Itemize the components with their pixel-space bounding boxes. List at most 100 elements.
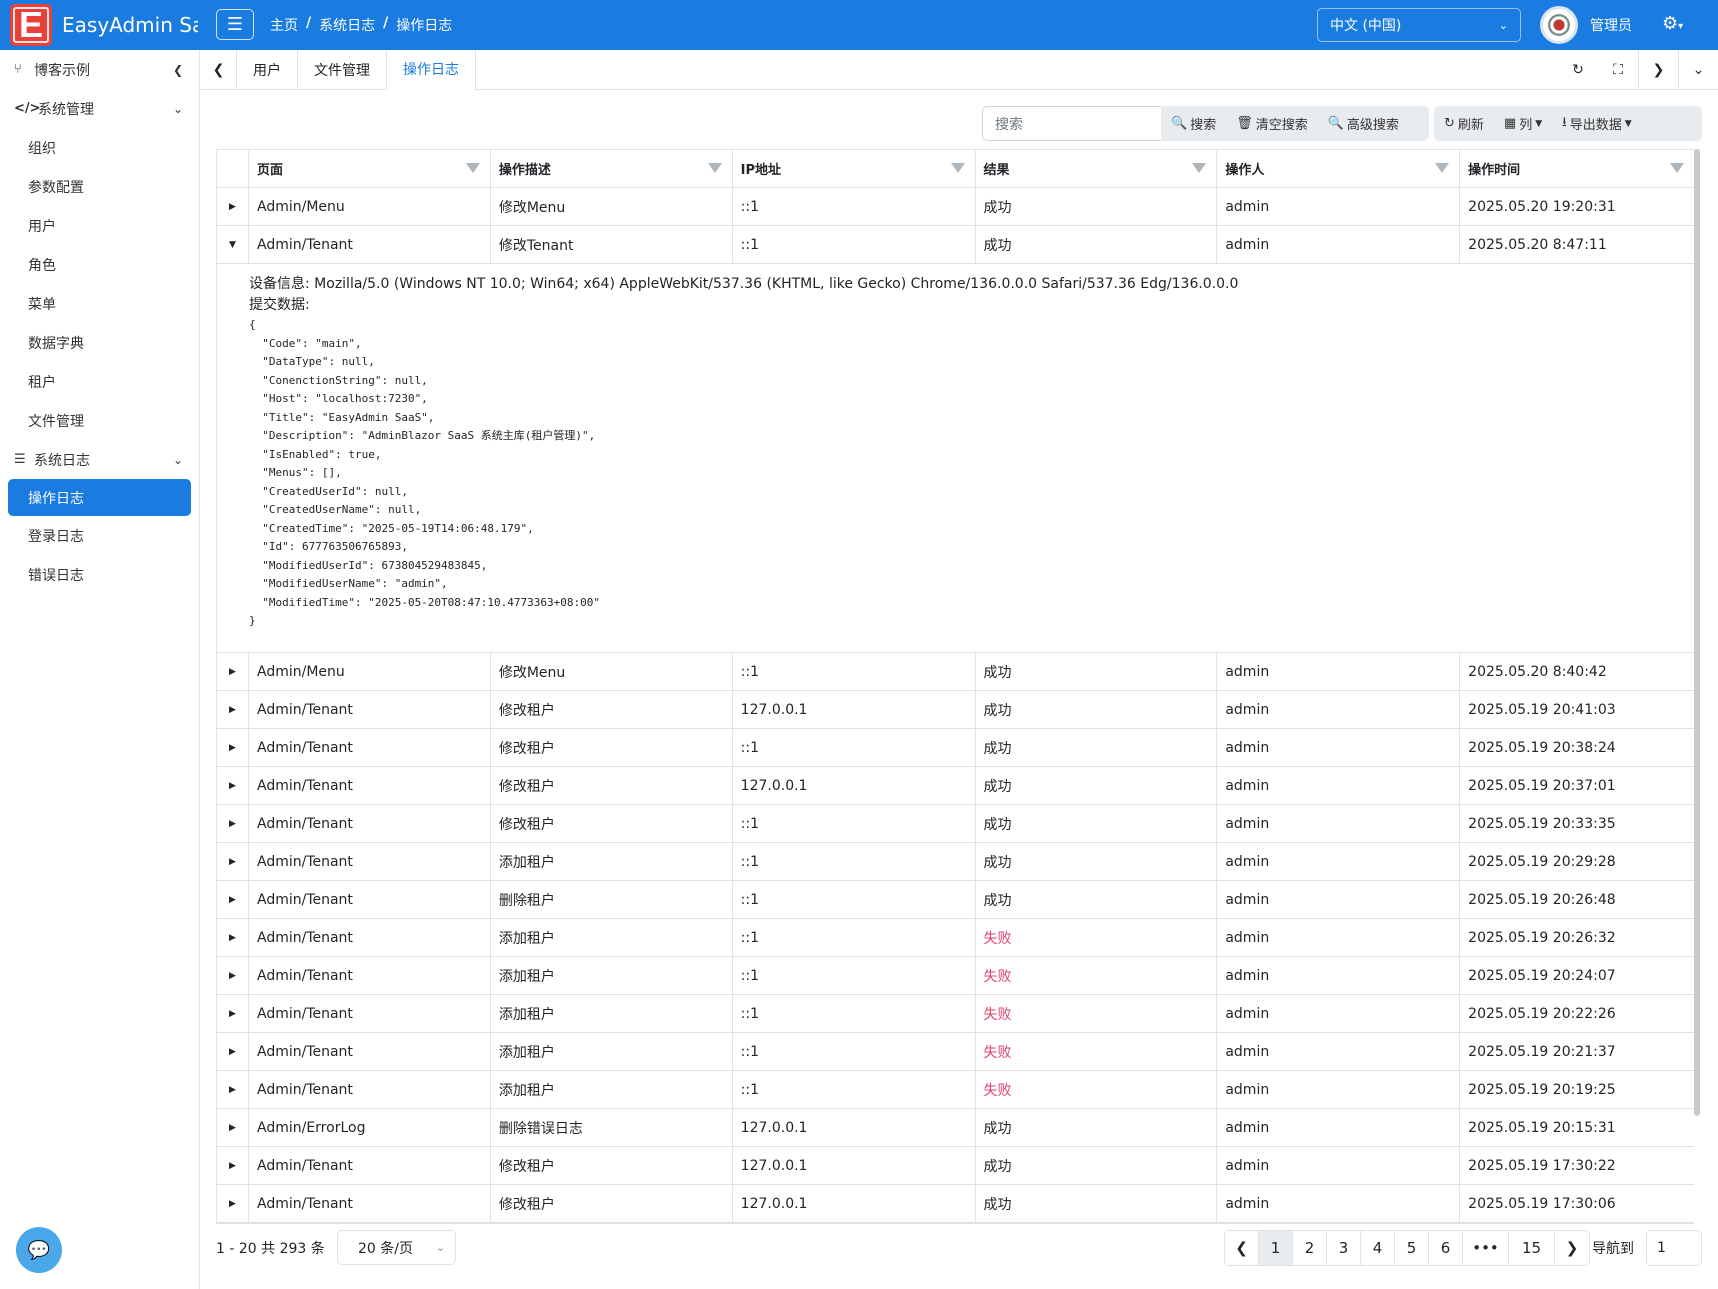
filter-icon[interactable] — [1435, 163, 1450, 173]
header-desc[interactable]: 操作描述 — [491, 150, 733, 187]
logo[interactable]: E EasyAdmin Saa — [0, 0, 200, 50]
filter-icon[interactable] — [707, 163, 722, 173]
chat-button[interactable]: 💬 — [16, 1227, 62, 1273]
sidebar-item-files[interactable]: 文件管理 — [0, 401, 199, 440]
sidebar-item-system-manage[interactable]: </> 系统管理 ⌄ — [0, 89, 199, 128]
header-ip[interactable]: IP地址 — [733, 150, 976, 187]
advanced-search-button[interactable]: 🔍 高级搜索 — [1318, 114, 1409, 133]
filter-icon[interactable] — [1192, 163, 1207, 173]
filter-icon[interactable] — [1670, 163, 1685, 173]
page-button[interactable]: 4 — [1361, 1231, 1395, 1265]
page-button[interactable]: 3 — [1327, 1231, 1361, 1265]
caret-down-icon[interactable]: ▼ — [217, 226, 249, 263]
page-button[interactable]: 5 — [1395, 1231, 1429, 1265]
user-name[interactable]: 管理员 — [1590, 15, 1632, 35]
filter-icon[interactable] — [950, 163, 965, 173]
cell-time: 2025.05.19 20:22:26 — [1468, 1005, 1616, 1022]
table-row[interactable]: ▶ Admin/Tenant 添加租户::1 失败 admin 2025.05.19 20… — [217, 957, 1694, 995]
page-button[interactable]: 15 — [1509, 1231, 1555, 1265]
tab-scroll-left-button[interactable]: ❮ — [201, 49, 237, 90]
caret-right-icon[interactable]: ▶ — [217, 843, 249, 880]
clear-search-button[interactable]: 🗑 清空搜索 — [1226, 114, 1318, 133]
sidebar-item-org[interactable]: 组织 — [0, 128, 199, 167]
table-row[interactable]: ▼ Admin/Tenant 修改Tenant::1 成功 admin 2025.05.2… — [217, 226, 1694, 264]
table-row[interactable]: ▶ Admin/ErrorLog 删除错误日志 127.0.0.1 成功 admin 202… — [217, 1109, 1694, 1147]
menu-toggle-button[interactable]: ☰ — [216, 9, 254, 40]
filter-icon[interactable] — [465, 163, 480, 173]
next-page-button[interactable]: ❯ — [1555, 1231, 1589, 1265]
caret-right-icon[interactable]: ▶ — [217, 1147, 249, 1184]
language-select[interactable]: 中文 (中国) ⌄ — [1317, 8, 1521, 42]
caret-right-icon[interactable]: ▶ — [217, 919, 249, 956]
export-button[interactable]: ⭳ 导出数据 ▼ — [1552, 113, 1642, 135]
chevron-down-icon[interactable]: ⌄ — [1678, 50, 1718, 90]
caret-right-icon[interactable]: ▶ — [217, 1033, 249, 1070]
table-row[interactable]: ▶ Admin/Tenant 添加租户::1 失败 admin 2025.05.19 20… — [217, 919, 1694, 957]
refresh-button[interactable]: ↻ 刷新 — [1434, 114, 1494, 133]
more-pages-button[interactable]: ••• — [1463, 1231, 1509, 1265]
caret-right-icon[interactable]: ▶ — [217, 691, 249, 728]
breadcrumb-system-log[interactable]: 系统日志 — [319, 15, 375, 35]
caret-right-icon[interactable]: ▶ — [217, 1071, 249, 1108]
prev-page-button[interactable]: ❮ — [1225, 1231, 1259, 1265]
sidebar-item-login-log[interactable]: 登录日志 — [0, 516, 199, 555]
columns-button[interactable]: ▦ 列 ▼ — [1494, 114, 1552, 133]
header-user[interactable]: 操作人 — [1217, 150, 1461, 187]
sidebar-item-blog[interactable]: ⑂ 博客示例 ❮ — [0, 50, 199, 89]
search-input[interactable]: 搜索 — [982, 106, 1162, 141]
table-row[interactable]: ▶ Admin/Tenant 删除租户::1 成功 admin 2025.05.19 20… — [217, 881, 1694, 919]
table-row[interactable]: ▶ Admin/Tenant 添加租户::1 失败 admin 2025.05.19 20… — [217, 1071, 1694, 1109]
table-row[interactable]: ▶ Admin/Tenant 添加租户::1 成功 admin 2025.05.19 20… — [217, 843, 1694, 881]
search-button[interactable]: 🔍 搜索 — [1161, 114, 1226, 133]
caret-right-icon[interactable]: ▶ — [217, 767, 249, 804]
caret-right-icon[interactable]: ▶ — [217, 653, 249, 690]
header-time[interactable]: 操作时间 — [1460, 150, 1694, 187]
sidebar-item-dict[interactable]: 数据字典 — [0, 323, 199, 362]
sidebar-item-users[interactable]: 用户 — [0, 206, 199, 245]
tab-users[interactable]: 用户 — [237, 49, 298, 90]
sidebar-item-tenants[interactable]: 租户 — [0, 362, 199, 401]
page-button[interactable]: 6 — [1429, 1231, 1463, 1265]
caret-right-icon[interactable]: ▶ — [217, 729, 249, 766]
table-row[interactable]: ▶ Admin/Menu 修改Menu::1 成功 admin 2025.05.20 19… — [217, 188, 1694, 226]
cell-desc: 添加租户 — [491, 843, 733, 880]
table-row[interactable]: ▶ Admin/Tenant 修改租户 127.0.0.1 成功 admin 2025.05… — [217, 1147, 1694, 1185]
header-result[interactable]: 结果 — [976, 150, 1218, 187]
fullscreen-icon[interactable]: ⛶ — [1598, 50, 1638, 90]
table-row[interactable]: ▶ Admin/Tenant 修改租户 127.0.0.1 成功 admin 2025.05… — [217, 691, 1694, 729]
gear-icon[interactable]: ⚙▾ — [1662, 13, 1683, 34]
table-scrollbar[interactable] — [1694, 149, 1700, 1116]
table-row[interactable]: ▶ Admin/Tenant 修改租户::1 成功 admin 2025.05.19 20… — [217, 729, 1694, 767]
page-size-select[interactable]: 20 条/页 ⌄ — [337, 1230, 456, 1265]
caret-right-icon[interactable]: ▶ — [217, 188, 249, 225]
caret-right-icon[interactable]: ▶ — [217, 805, 249, 842]
goto-page-input[interactable]: 1 — [1646, 1230, 1702, 1266]
tab-operation-log[interactable]: 操作日志 — [387, 49, 476, 90]
page-button[interactable]: 1 — [1259, 1231, 1293, 1265]
avatar[interactable] — [1540, 6, 1578, 44]
tab-files[interactable]: 文件管理 — [298, 49, 387, 90]
sidebar-item-roles[interactable]: 角色 — [0, 245, 199, 284]
caret-right-icon[interactable]: ▶ — [217, 1109, 249, 1146]
sidebar-item-params[interactable]: 参数配置 — [0, 167, 199, 206]
sidebar-item-operation-log[interactable]: 操作日志 — [8, 479, 191, 516]
sidebar-item-error-log[interactable]: 错误日志 — [0, 555, 199, 594]
table-row[interactable]: ▶ Admin/Tenant 添加租户::1 失败 admin 2025.05.19 20… — [217, 995, 1694, 1033]
cell-desc: 修改Tenant — [491, 226, 733, 263]
table-row[interactable]: ▶ Admin/Menu 修改Menu::1 成功 admin 2025.05.20 8:… — [217, 653, 1694, 691]
reload-icon[interactable]: ↻ — [1558, 50, 1598, 90]
header-page[interactable]: 页面 — [249, 150, 491, 187]
sidebar-item-menus[interactable]: 菜单 — [0, 284, 199, 323]
table-row[interactable]: ▶ Admin/Tenant 添加租户::1 失败 admin 2025.05.19 20… — [217, 1033, 1694, 1071]
caret-right-icon[interactable]: ▶ — [217, 957, 249, 994]
caret-right-icon[interactable]: ▶ — [217, 995, 249, 1032]
page-button[interactable]: 2 — [1293, 1231, 1327, 1265]
caret-right-icon[interactable]: ▶ — [217, 881, 249, 918]
table-row[interactable]: ▶ Admin/Tenant 修改租户::1 成功 admin 2025.05.19 20… — [217, 805, 1694, 843]
table-row[interactable]: ▶ Admin/Tenant 修改租户 127.0.0.1 成功 admin 2025.05… — [217, 767, 1694, 805]
table-row[interactable]: ▶ Admin/Tenant 修改租户 127.0.0.1 成功 admin 2025.05… — [217, 1185, 1694, 1223]
chevron-right-icon[interactable]: ❯ — [1638, 50, 1678, 90]
breadcrumb-home[interactable]: 主页 — [270, 15, 298, 35]
sidebar-item-system-log[interactable]: ☰ 系统日志 ⌄ — [0, 440, 199, 479]
caret-right-icon[interactable]: ▶ — [217, 1185, 249, 1222]
